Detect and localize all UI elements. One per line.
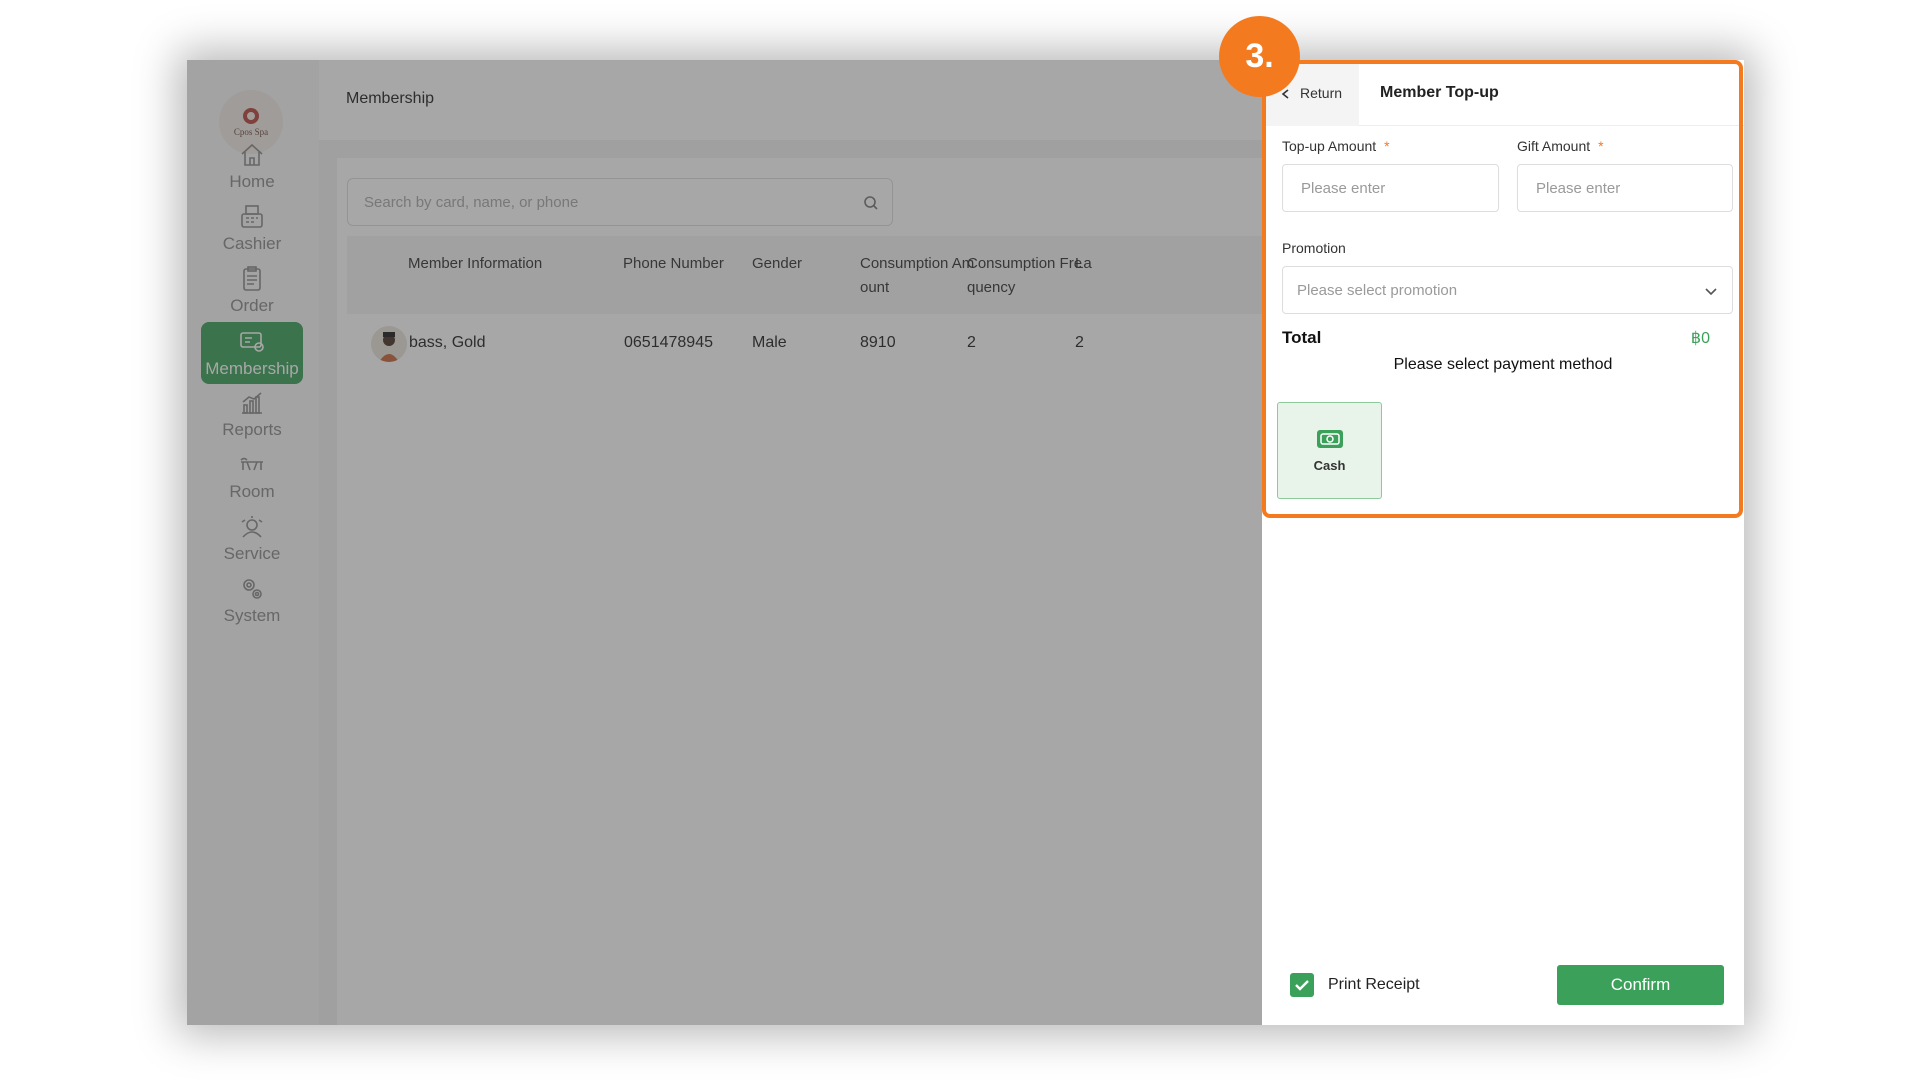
print-receipt-checkbox[interactable] [1290,973,1314,997]
gift-amount-label: Gift Amount * [1517,138,1604,154]
promotion-placeholder: Please select promotion [1297,282,1458,299]
promotion-select[interactable]: Please select promotion [1282,266,1733,314]
modal-backdrop[interactable] [187,60,1262,1025]
return-label: Return [1300,85,1343,101]
print-receipt-label[interactable]: Print Receipt [1328,976,1420,994]
chevron-down-icon [1704,284,1718,298]
topup-amount-field [1282,164,1499,212]
payment-method-cash[interactable]: Cash [1277,402,1382,499]
topup-amount-label-text: Top-up Amount [1282,138,1377,154]
gift-amount-field [1517,164,1733,212]
payment-method-hint: Please select payment method [1393,356,1613,373]
panel-footer: Print Receipt Confirm [1262,965,1744,1005]
required-mark: * [1384,138,1390,154]
gift-amount-input[interactable] [1518,165,1732,211]
topup-amount-label: Top-up Amount * [1282,138,1390,154]
total-label: Total [1282,328,1322,347]
topup-amount-input[interactable] [1283,165,1498,211]
panel-title: Member Top-up [1380,84,1499,101]
promotion-label: Promotion [1282,240,1346,256]
cash-label: Cash [1313,458,1346,473]
required-mark: * [1598,138,1604,154]
app-window: Cpos Spa Home Cashier Order Membership R… [187,60,1744,1025]
confirm-button[interactable]: Confirm [1557,965,1724,1005]
total-value: ฿0 [1690,330,1710,347]
checkmark-icon [1295,980,1309,991]
panel-header: Return Member Top-up [1262,60,1744,126]
step-badge: 3. [1219,16,1300,97]
screenshot-stage: Cpos Spa Home Cashier Order Membership R… [0,0,1920,1080]
cash-icon [1316,428,1344,450]
member-topup-panel: Return Member Top-up Top-up Amount * Gift… [1262,60,1744,1025]
gift-amount-label-text: Gift Amount [1517,138,1591,154]
